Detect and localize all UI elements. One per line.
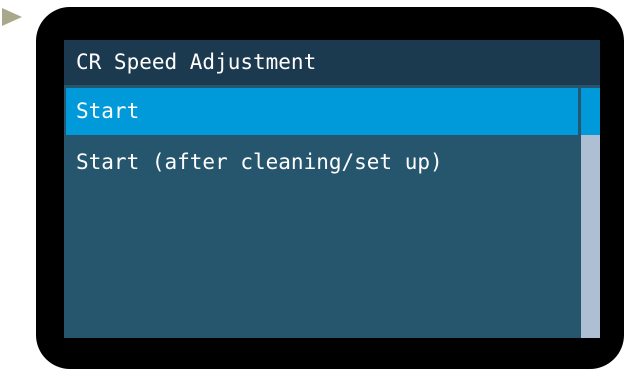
menu-item-label: Start (76, 99, 140, 123)
menu-item-start[interactable]: Start (66, 88, 578, 135)
title-bar: CR Speed Adjustment (64, 40, 600, 85)
screen-title: CR Speed Adjustment (76, 50, 317, 74)
scrollbar[interactable] (581, 88, 600, 338)
lcd-screen: CR Speed Adjustment Start Start (after c… (64, 40, 600, 338)
menu-list: Start Start (after cleaning/set up) (66, 88, 578, 338)
scroll-thumb[interactable] (581, 88, 600, 135)
menu-item-label: Start (after cleaning/set up) (76, 150, 443, 174)
menu-item-start-after-cleaning[interactable]: Start (after cleaning/set up) (66, 139, 578, 186)
page: CR Speed Adjustment Start Start (after c… (0, 0, 624, 372)
pointer-arrow-icon (2, 8, 22, 26)
